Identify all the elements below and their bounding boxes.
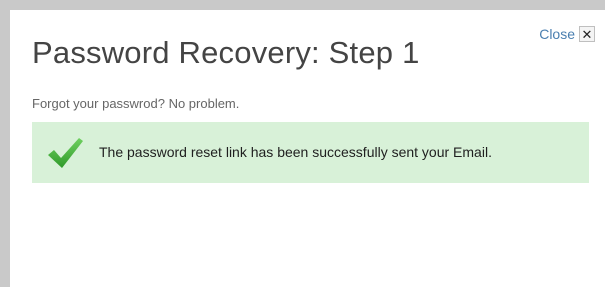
checkmark-icon [48, 138, 83, 168]
success-message: The password reset link has been success… [99, 144, 492, 160]
close-label[interactable]: Close [539, 26, 575, 42]
dialog-title: Password Recovery: Step 1 [32, 35, 420, 70]
password-recovery-dialog: Close ✕ Password Recovery: Step 1 Forgot… [10, 10, 605, 287]
close-icon[interactable]: ✕ [579, 26, 595, 42]
close-button[interactable]: Close ✕ [539, 26, 595, 42]
dialog-subtitle: Forgot your passwrod? No problem. [32, 96, 240, 111]
success-alert: The password reset link has been success… [32, 122, 589, 183]
modal-overlay: Close ✕ Password Recovery: Step 1 Forgot… [0, 0, 605, 287]
